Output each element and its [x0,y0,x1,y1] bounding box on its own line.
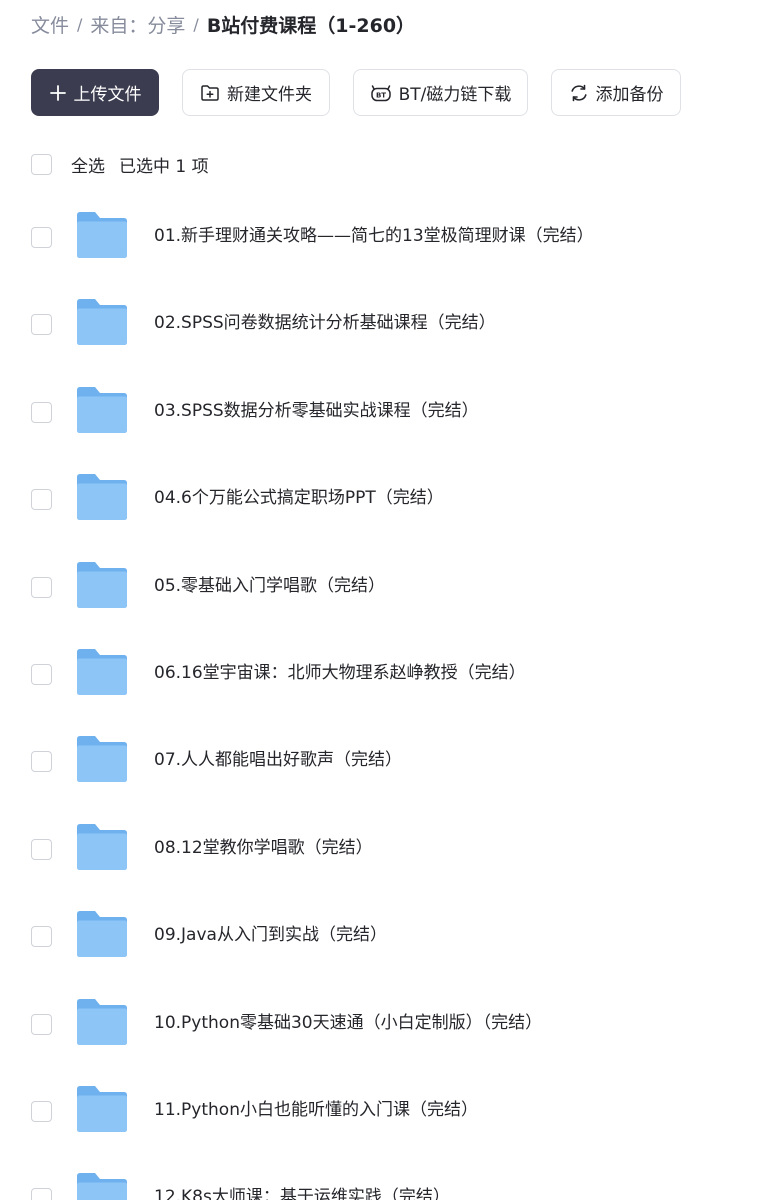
file-checkbox[interactable] [31,1188,52,1200]
bt-magnet-download-button[interactable]: BT BT/磁力链下载 [353,69,528,116]
upload-file-button[interactable]: 上传文件 [31,69,159,116]
breadcrumb-separator: / [193,14,199,34]
folder-icon[interactable] [76,735,128,783]
folder-icon[interactable] [76,473,128,521]
new-folder-button[interactable]: 新建文件夹 [182,69,330,116]
file-checkbox[interactable] [31,401,52,423]
file-checkbox[interactable] [31,314,52,336]
file-row[interactable]: 06.16堂宇宙课：北师大物理系赵峥教授（完结） [0,630,766,717]
file-checkbox[interactable] [31,838,52,860]
file-checkbox[interactable] [31,576,52,598]
breadcrumb-item-files[interactable]: 文件 [31,11,69,38]
file-list: 01.新手理财通关攻略——简七的13堂极简理财课（完结） 02.SPSS问卷数据统… [0,193,766,1200]
file-name[interactable]: 12.K8s大师课：基于运维实践（完结） [154,1185,450,1200]
selection-bar: 全选 已选中 1 项 [31,151,209,177]
svg-text:BT: BT [376,91,386,99]
new-folder-label: 新建文件夹 [227,85,312,105]
file-checkbox[interactable] [31,663,52,685]
folder-icon[interactable] [76,561,128,609]
file-checkbox[interactable] [31,227,52,248]
folder-icon[interactable] [76,211,128,259]
file-name[interactable]: 03.SPSS数据分析零基础实战课程（完结） [154,399,479,423]
folder-icon[interactable] [76,1085,128,1133]
file-name[interactable]: 08.12堂教你学唱歌（完结） [154,836,373,860]
file-row[interactable]: 08.12堂教你学唱歌（完结） [0,805,766,892]
folder-icon[interactable] [76,998,128,1046]
file-row[interactable]: 12.K8s大师课：基于运维实践（完结） [0,1154,766,1200]
breadcrumb-current-folder: B站付费课程（1-260） [206,14,416,37]
select-all-label[interactable]: 全选 [71,152,105,177]
file-name[interactable]: 04.6个万能公式搞定职场PPT（完结） [154,486,444,510]
file-row[interactable]: 11.Python小白也能听懂的入门课（完结） [0,1067,766,1154]
folder-icon[interactable] [76,648,128,696]
file-row[interactable]: 05.零基础入门学唱歌（完结） [0,543,766,630]
selected-count: 已选中 1 项 [119,156,209,177]
file-name[interactable]: 09.Java从入门到实战（完结） [154,923,387,947]
breadcrumb: 文件 / 来自：分享 / B站付费课程（1-260） [31,10,415,38]
file-row[interactable]: 07.人人都能唱出好歌声（完结） [0,717,766,804]
folder-icon[interactable] [76,1172,128,1200]
file-name[interactable]: 07.人人都能唱出好歌声（完结） [154,748,402,772]
folder-plus-icon [201,84,219,101]
file-row[interactable]: 04.6个万能公式搞定职场PPT（完结） [0,455,766,542]
plus-icon [49,84,66,101]
file-row[interactable]: 02.SPSS问卷数据统计分析基础课程（完结） [0,280,766,367]
file-checkbox[interactable] [31,1100,52,1122]
folder-icon[interactable] [76,298,128,346]
file-name[interactable]: 11.Python小白也能听懂的入门课（完结） [154,1098,478,1122]
folder-icon[interactable] [76,910,128,958]
file-checkbox[interactable] [31,489,52,511]
add-backup-button[interactable]: 添加备份 [551,69,681,116]
file-row[interactable]: 03.SPSS数据分析零基础实战课程（完结） [0,368,766,455]
file-name[interactable]: 06.16堂宇宙课：北师大物理系赵峥教授（完结） [154,661,526,685]
file-name[interactable]: 10.Python零基础30天速通（小白定制版）（完结） [154,1011,542,1035]
file-row[interactable]: 09.Java从入门到实战（完结） [0,892,766,979]
folder-icon[interactable] [76,823,128,871]
breadcrumb-item-shared[interactable]: 来自：分享 [90,11,185,38]
breadcrumb-separator: / [77,14,83,34]
upload-file-label: 上传文件 [73,85,142,105]
file-name[interactable]: 02.SPSS问卷数据统计分析基础课程（完结） [154,311,496,335]
file-checkbox[interactable] [31,1013,52,1035]
bt-magnet-download-label: BT/磁力链下载 [398,85,512,105]
file-row[interactable]: 10.Python零基础30天速通（小白定制版）（完结） [0,980,766,1067]
file-checkbox[interactable] [31,926,52,948]
file-row[interactable]: 01.新手理财通关攻略——简七的13堂极简理财课（完结） [0,193,766,280]
file-name[interactable]: 01.新手理财通关攻略——简七的13堂极简理财课（完结） [154,224,594,248]
folder-icon[interactable] [76,386,128,434]
toolbar: 上传文件 新建文件夹 BT BT/磁力链下载 添加备份 [31,69,681,116]
add-backup-label: 添加备份 [595,85,664,105]
sync-icon [570,84,587,101]
select-all-checkbox[interactable] [31,153,52,175]
file-name[interactable]: 05.零基础入门学唱歌（完结） [154,574,385,598]
bt-icon: BT [370,84,391,101]
file-checkbox[interactable] [31,751,52,773]
